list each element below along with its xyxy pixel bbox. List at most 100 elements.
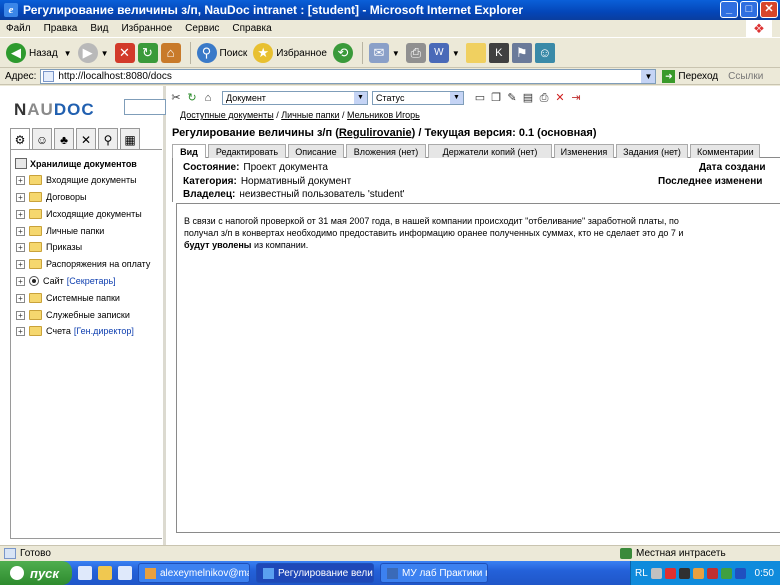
clock[interactable]: 0:50	[755, 568, 774, 579]
tab-calendar-icon[interactable]: ▦	[120, 128, 140, 150]
tray-icon[interactable]	[650, 567, 662, 579]
taskbar-mail-button[interactable]: alexeymelnikov@mail....	[138, 563, 250, 583]
copy-icon[interactable]: ❐	[490, 92, 502, 104]
back-dropdown-icon[interactable]: ▼	[64, 49, 72, 58]
menu-help[interactable]: Справка	[232, 23, 271, 34]
new-document-icon[interactable]: ▭	[474, 92, 486, 104]
expand-icon[interactable]: +	[16, 192, 25, 202]
tree-item-incoming[interactable]: + Входящие документы	[16, 175, 137, 185]
edit-icon[interactable]: ✎	[506, 92, 518, 104]
messenger-people-icon[interactable]: ☺	[534, 43, 555, 63]
menu-edit[interactable]: Правка	[44, 23, 78, 34]
expand-icon[interactable]: +	[16, 209, 25, 219]
tab-attachments[interactable]: Вложения (нет)	[346, 144, 426, 158]
tab-view[interactable]: Вид	[172, 144, 206, 158]
tree-item-label[interactable]: Приказы	[46, 242, 82, 252]
breadcrumb-user-folder[interactable]: Мельников Игорь	[347, 110, 420, 120]
expand-icon[interactable]: +	[16, 310, 25, 320]
tree-item-system[interactable]: + Системные папки	[16, 293, 120, 303]
tab-search-icon[interactable]: ⚲	[98, 128, 118, 150]
tree-item-label[interactable]: Служебные записки	[46, 310, 130, 320]
tree-item-outgoing[interactable]: + Исходящие документы	[16, 209, 142, 219]
language-indicator[interactable]: RL	[635, 568, 648, 579]
breadcrumb-available-docs[interactable]: Доступные документы	[180, 110, 274, 120]
mail-dropdown-icon[interactable]: ▼	[392, 49, 400, 58]
quicklaunch-folder-icon[interactable]	[98, 566, 112, 580]
menu-tools[interactable]: Сервис	[185, 23, 219, 34]
document-type-select[interactable]: Документ ▼	[222, 91, 368, 105]
tree-item-label[interactable]: Договоры	[46, 192, 86, 202]
refresh-icon[interactable]: ↻	[137, 43, 158, 63]
tree-root[interactable]: Хранилище документов	[15, 158, 137, 169]
tab-changes[interactable]: Изменения	[554, 144, 614, 158]
tree-item-memos[interactable]: + Служебные записки	[16, 310, 130, 320]
tab-tools-icon[interactable]: ✕	[76, 128, 96, 150]
note-icon[interactable]	[465, 43, 486, 63]
tree-item-label[interactable]: Системные папки	[46, 293, 120, 303]
refresh-icon[interactable]: ↻	[186, 92, 198, 104]
forward-dropdown-icon[interactable]: ▼	[101, 49, 109, 58]
tools-icon[interactable]: ✂	[170, 92, 182, 104]
home-icon[interactable]: ⌂	[202, 92, 214, 104]
edit-dropdown-icon[interactable]: ▼	[452, 49, 460, 58]
quick-search-input[interactable]	[124, 99, 166, 115]
tree-item-label[interactable]: Сайт	[43, 276, 64, 286]
go-button-label[interactable]: Переход	[678, 71, 718, 82]
expand-icon[interactable]: +	[16, 175, 25, 185]
minimize-button[interactable]: _	[720, 1, 738, 18]
research-icon[interactable]: ⚑	[511, 43, 532, 63]
print-icon[interactable]: ⎙	[405, 43, 426, 63]
tree-item-site[interactable]: + Сайт [Секретарь]	[16, 276, 116, 286]
word-edit-icon[interactable]: W	[428, 43, 449, 63]
address-dropdown-icon[interactable]: ▼	[641, 69, 656, 83]
back-button-label[interactable]: Назад	[29, 48, 58, 59]
tab-user-icon[interactable]: ☺	[32, 128, 52, 150]
delete-icon[interactable]: ✕	[554, 92, 566, 104]
tray-k-icon[interactable]	[678, 567, 690, 579]
mail-icon[interactable]: ✉	[368, 43, 389, 63]
expand-icon[interactable]: +	[16, 259, 25, 269]
document-id-link[interactable]: Regulirovanie	[339, 127, 412, 139]
tray-icon[interactable]	[706, 567, 718, 579]
tab-tasks[interactable]: Задания (нет)	[616, 144, 688, 158]
quicklaunch-desktop-icon[interactable]	[118, 566, 132, 580]
tray-icon[interactable]	[692, 567, 704, 579]
tree-item-label[interactable]: Входящие документы	[46, 175, 137, 185]
tab-copy-holders[interactable]: Держатели копий (нет)	[428, 144, 552, 158]
tab-users-icon[interactable]: ♣	[54, 128, 74, 150]
favorites-button-label[interactable]: Избранное	[276, 48, 327, 59]
quicklaunch-ie-icon[interactable]	[78, 566, 92, 580]
tree-item-invoices[interactable]: + Счета [Ген.директор]	[16, 326, 134, 336]
tab-description[interactable]: Описание	[288, 144, 344, 158]
expand-icon[interactable]: +	[16, 226, 25, 236]
address-input[interactable]: http://localhost:8080/docs ▼	[40, 68, 657, 84]
tree-item-label[interactable]: Распоряжения на оплату	[46, 259, 150, 269]
status-select[interactable]: Статус ▼	[372, 91, 464, 105]
messenger-k-icon[interactable]: K	[488, 43, 509, 63]
home-icon[interactable]: ⌂	[160, 43, 181, 63]
tree-item-contracts[interactable]: + Договоры	[16, 192, 86, 202]
forward-arrow-icon[interactable]: ▶	[77, 43, 98, 63]
print-icon[interactable]: ⎙	[538, 92, 550, 104]
tray-antivirus-icon[interactable]	[664, 567, 676, 579]
menu-file[interactable]: Файл	[6, 23, 31, 34]
history-icon[interactable]: ⟲	[332, 43, 353, 63]
tree-item-personal[interactable]: + Личные папки	[16, 226, 104, 236]
stop-icon[interactable]: ✕	[114, 43, 135, 63]
breadcrumb-personal-folders[interactable]: Личные папки	[281, 110, 339, 120]
menu-view[interactable]: Вид	[90, 23, 108, 34]
start-button[interactable]: пуск	[0, 561, 72, 585]
view-icon[interactable]: ▤	[522, 92, 534, 104]
expand-icon[interactable]: +	[16, 326, 25, 336]
links-button[interactable]: Ссылки	[728, 71, 763, 82]
tree-item-payment[interactable]: + Распоряжения на оплату	[16, 259, 150, 269]
tab-comments[interactable]: Комментарии	[690, 144, 760, 158]
address-url[interactable]: http://localhost:8080/docs	[58, 71, 171, 82]
maximize-button[interactable]: □	[740, 1, 758, 18]
expand-icon[interactable]: +	[16, 293, 25, 303]
back-arrow-icon[interactable]: ◀	[6, 43, 26, 63]
menu-favorites[interactable]: Избранное	[121, 23, 172, 34]
tree-item-label[interactable]: Личные папки	[46, 226, 104, 236]
tab-tree-icon[interactable]: ⚙	[10, 128, 30, 150]
taskbar-word-button[interactable]: МУ лаб Практики по...	[380, 563, 488, 583]
